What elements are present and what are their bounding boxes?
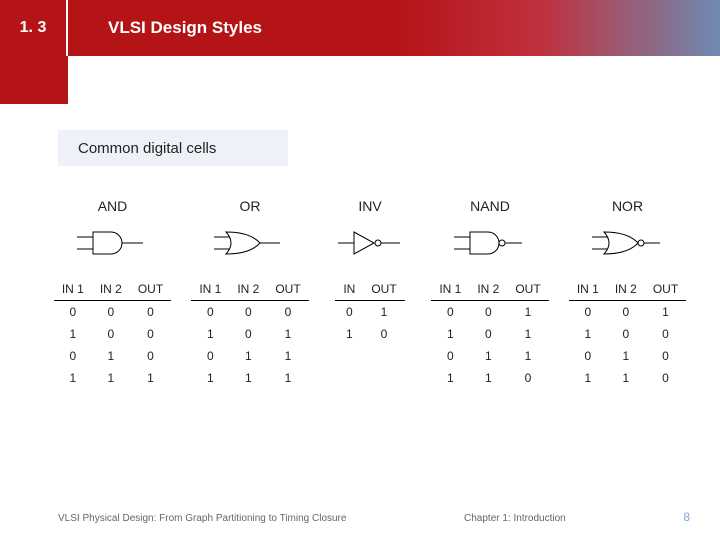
th: IN 1: [191, 278, 229, 301]
nor-gate-icon: [588, 226, 668, 260]
truth-table-or: IN 1 IN 2 OUT 000 101 011 111: [191, 278, 308, 389]
truth-table-and: IN 1 IN 2 OUT 000 100 010 111: [54, 278, 171, 389]
table-row: 111: [54, 367, 171, 389]
th: IN 2: [607, 278, 645, 301]
section-number: 1. 3: [0, 0, 68, 56]
gate-label-and: AND: [98, 198, 128, 214]
truth-table-inv: IN OUT 01 10: [335, 278, 404, 345]
table-row: 000: [54, 301, 171, 324]
gates-row: AND IN 1 IN 2 OUT 000 100 010 111 OR: [50, 198, 690, 389]
gate-inv: INV IN OUT 01 10: [325, 198, 415, 389]
th: IN 2: [92, 278, 130, 301]
slide-footer: VLSI Physical Design: From Graph Partiti…: [58, 510, 690, 524]
gate-label-inv: INV: [358, 198, 381, 214]
table-row: 000: [191, 301, 308, 324]
red-accent-block: [0, 56, 68, 104]
truth-table-nand: IN 1 IN 2 OUT 001 101 011 110: [431, 278, 548, 389]
truth-table-nor: IN 1 IN 2 OUT 001 100 010 110: [569, 278, 686, 389]
table-row: 01: [335, 301, 404, 324]
th: OUT: [130, 278, 171, 301]
gate-or: OR IN 1 IN 2 OUT 000 101 011 111: [188, 198, 313, 389]
th: OUT: [267, 278, 308, 301]
table-row: 110: [431, 367, 548, 389]
table-row: 100: [54, 323, 171, 345]
th: IN 1: [54, 278, 92, 301]
th: OUT: [507, 278, 548, 301]
nand-gate-icon: [450, 226, 530, 260]
table-row: 101: [431, 323, 548, 345]
footer-center: Chapter 1: Introduction: [464, 513, 566, 524]
table-row: 110: [569, 367, 686, 389]
table-row: 010: [54, 345, 171, 367]
inv-gate-icon: [330, 226, 410, 260]
th: IN 2: [469, 278, 507, 301]
th: IN 2: [229, 278, 267, 301]
th: IN: [335, 278, 363, 301]
th: OUT: [645, 278, 686, 301]
table-row: 001: [431, 301, 548, 324]
table-row: 10: [335, 323, 404, 345]
or-gate-icon: [210, 226, 290, 260]
page-title: VLSI Design Styles: [68, 18, 262, 38]
th: IN 1: [569, 278, 607, 301]
gate-label-nand: NAND: [470, 198, 510, 214]
slide-header: 1. 3 VLSI Design Styles: [0, 0, 720, 56]
gate-nor: NOR IN 1 IN 2 OUT 001 100 010 110: [565, 198, 690, 389]
table-row: 001: [569, 301, 686, 324]
table-row: 111: [191, 367, 308, 389]
footer-left: VLSI Physical Design: From Graph Partiti…: [58, 513, 346, 524]
table-row: 011: [191, 345, 308, 367]
table-row: 101: [191, 323, 308, 345]
table-row: 011: [431, 345, 548, 367]
gate-and: AND IN 1 IN 2 OUT 000 100 010 111: [50, 198, 175, 389]
and-gate-icon: [73, 226, 153, 260]
gate-label-or: OR: [240, 198, 261, 214]
subheader: Common digital cells: [58, 130, 288, 166]
page-number: 8: [683, 510, 690, 524]
gate-nand: NAND IN 1 IN 2 OUT 001 101 011 110: [428, 198, 553, 389]
th: OUT: [363, 278, 404, 301]
table-row: 010: [569, 345, 686, 367]
gate-label-nor: NOR: [612, 198, 643, 214]
table-row: 100: [569, 323, 686, 345]
th: IN 1: [431, 278, 469, 301]
